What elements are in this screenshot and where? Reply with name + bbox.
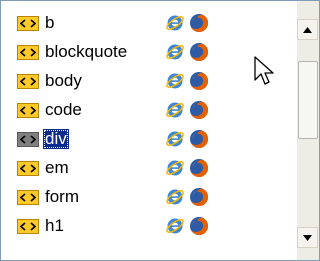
list-item-label: body [45, 71, 82, 90]
list-item-label: b [45, 13, 55, 32]
internet-explorer-icon [165, 71, 185, 91]
firefox-icon [188, 186, 210, 208]
html-tag-icon [17, 16, 39, 31]
mouse-cursor-icon [254, 56, 274, 85]
scroll-up-button[interactable] [297, 19, 318, 40]
list-item[interactable]: h1 [7, 212, 287, 241]
list-item-label: blockquote [45, 42, 128, 61]
html-tag-icon [17, 190, 39, 205]
list-item[interactable]: b [7, 9, 287, 38]
internet-explorer-icon [165, 129, 185, 149]
list-item[interactable]: code [7, 96, 287, 125]
list-item-label: code [45, 100, 82, 119]
list-item-label: form [45, 187, 79, 206]
vertical-scrollbar[interactable] [297, 1, 319, 260]
html-tag-icon [17, 132, 39, 147]
list-item-label: h1 [45, 216, 64, 235]
list-item-label: div [43, 129, 69, 149]
internet-explorer-icon [165, 187, 185, 207]
firefox-icon [188, 215, 210, 237]
scroll-down-button[interactable] [297, 227, 318, 248]
firefox-icon [188, 70, 210, 92]
list-item[interactable]: form [7, 183, 287, 212]
internet-explorer-icon [165, 42, 185, 62]
element-list-panel: b blockquote body code div em form h1 [0, 0, 320, 261]
internet-explorer-icon [165, 158, 185, 178]
list-item[interactable]: div [7, 125, 287, 154]
list-item[interactable]: blockquote [7, 38, 287, 67]
list-item-label: em [45, 158, 69, 177]
arrow-up-icon [303, 26, 312, 33]
internet-explorer-icon [165, 216, 185, 236]
html-tag-icon [17, 45, 39, 60]
firefox-icon [188, 99, 210, 121]
html-tag-icon [17, 219, 39, 234]
firefox-icon [188, 157, 210, 179]
firefox-icon [188, 12, 210, 34]
list-item[interactable]: body [7, 67, 287, 96]
internet-explorer-icon [165, 100, 185, 120]
html-tag-icon [17, 103, 39, 118]
html-tag-icon [17, 74, 39, 89]
list-item[interactable]: em [7, 154, 287, 183]
html-tag-icon [17, 161, 39, 176]
arrow-down-icon [303, 234, 312, 241]
firefox-icon [188, 128, 210, 150]
element-list: b blockquote body code div em form h1 [7, 9, 287, 241]
firefox-icon [188, 41, 210, 63]
scrollbar-thumb[interactable] [298, 61, 318, 139]
internet-explorer-icon [165, 13, 185, 33]
